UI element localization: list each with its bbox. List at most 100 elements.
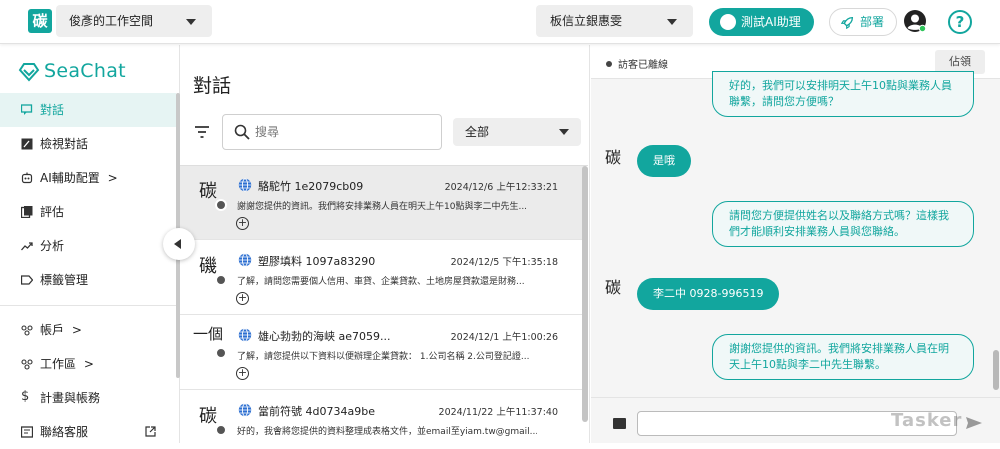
help-icon[interactable]: ? xyxy=(948,10,972,34)
conversation-row[interactable]: 磯 塑膠填料 1097a83290 2024/12/5 下午1:35:18 了解… xyxy=(180,241,584,315)
sidebar-item-label: 聯絡客服 xyxy=(40,425,89,439)
sidebar-item-support[interactable]: 聯絡客服 xyxy=(0,415,176,449)
visitor-avatar: 碳 xyxy=(604,148,621,167)
send-icon[interactable] xyxy=(965,416,983,430)
seachat-logo-icon xyxy=(18,63,40,82)
sidebar-item-account[interactable]: 帳戶 > xyxy=(0,313,176,347)
chat-icon xyxy=(21,104,33,115)
avatar-char: 碳 xyxy=(199,406,217,427)
sidebar-item-label: 檢視對話 xyxy=(40,137,89,151)
avatar-char: 一個 xyxy=(193,325,224,343)
globe-icon xyxy=(238,328,252,342)
conversation-panel: 對話 全部 碳 駱駝竹 1e2079cb09 2024/12/6 上午12:33… xyxy=(180,45,590,443)
search-box[interactable] xyxy=(222,114,442,150)
chat-scrollbar[interactable] xyxy=(993,350,999,390)
workspace-select[interactable]: 俊彥的工作空間 xyxy=(56,5,212,37)
collapse-sidebar-button[interactable] xyxy=(163,228,195,260)
bot-message: 謝謝您提供的資訊。我們將安排業務人員在明天上午10點與李二中先生聯繫。 xyxy=(712,334,974,380)
visitor-message: 李二中 0928-996519 xyxy=(637,278,780,310)
test-ai-label: 測試AI助理 xyxy=(741,15,801,29)
workspace-select-value: 俊彥的工作空間 xyxy=(69,14,154,28)
sidebar-item-conversations[interactable]: 對話 xyxy=(0,93,176,127)
visitor-avatar: 碳 xyxy=(193,402,227,436)
chevron-right-icon: > xyxy=(107,171,118,185)
sidebar-item-billing[interactable]: $ 計畫與帳務 xyxy=(0,381,176,415)
chat-panel: 訪客已離線 佔領 好的，我們可以安排明天上午10點與業務人員聯繫，請問您方便嗎？… xyxy=(591,45,1000,443)
sidebar-item-label: 評估 xyxy=(40,205,65,219)
support-icon xyxy=(21,426,33,438)
dollar-icon: $ xyxy=(21,389,30,404)
rocket-icon xyxy=(841,16,854,29)
caret-down-icon xyxy=(667,19,677,25)
avatar-char: 碳 xyxy=(199,181,217,202)
image-upload-icon[interactable] xyxy=(613,418,626,429)
filter-icon[interactable] xyxy=(194,125,210,139)
caret-down-icon xyxy=(186,19,196,25)
brand-name: SeaChat xyxy=(44,60,126,82)
chevron-right-icon: > xyxy=(83,357,94,371)
add-tag-icon[interactable]: + xyxy=(236,292,249,305)
workspace-logo[interactable]: 碳 xyxy=(28,9,52,33)
sidebar-item-label: AI輔助配置 xyxy=(40,171,100,185)
sidebar-item-evaluate[interactable]: 評估 xyxy=(0,195,176,229)
visitor-avatar: 碳 xyxy=(604,278,621,297)
conversation-list: 碳 駱駝竹 1e2079cb09 2024/12/6 上午12:33:21 謝謝… xyxy=(180,165,588,443)
conversation-time: 2024/12/1 上午1:00:26 xyxy=(450,332,558,343)
account-icon xyxy=(21,325,33,336)
status-dot-icon xyxy=(606,61,612,67)
add-tag-icon[interactable]: + xyxy=(236,367,249,380)
tag-icon xyxy=(21,275,33,285)
status-filter-select[interactable]: 全部 xyxy=(453,118,581,146)
sidebar-item-workspace[interactable]: 工作區 > xyxy=(0,347,176,381)
conversation-time: 2024/11/22 上午11:37:40 xyxy=(438,407,558,418)
conversation-list-scrollbar[interactable] xyxy=(582,166,588,422)
assistant-select-value: 板信立銀惠雯 xyxy=(550,14,623,28)
workspace-icon xyxy=(21,359,33,370)
sidebar-item-tags[interactable]: 標籤管理 xyxy=(0,263,176,297)
add-tag-icon[interactable]: + xyxy=(236,217,249,230)
sidebar-item-ai-config[interactable]: AI輔助配置 > xyxy=(0,161,176,195)
search-icon xyxy=(234,124,250,140)
test-ai-button[interactable]: 測試AI助理 xyxy=(709,8,814,36)
conversation-name: 塑膠填料 1097a83290 xyxy=(258,255,376,268)
sidebar-item-label: 標籤管理 xyxy=(40,273,89,287)
evaluate-icon xyxy=(21,206,33,218)
visitor-status: 訪客已離線 xyxy=(618,60,668,71)
assistant-select[interactable]: 板信立銀惠雯 xyxy=(536,5,693,37)
analytics-icon xyxy=(21,242,33,251)
conversation-row[interactable]: 碳 當前符號 4d0734a9be 2024/11/22 上午11:37:40 … xyxy=(180,391,584,443)
channel-badge-icon xyxy=(215,347,227,359)
status-filter-value: 全部 xyxy=(465,125,490,139)
sidebar-item-review[interactable]: 檢視對話 xyxy=(0,127,176,161)
sidebar: SeaChat 對話 檢視對話 AI輔助配置 > 評估 分析 標籤管理 帳戶 >… xyxy=(0,45,180,443)
conversation-row[interactable]: 碳 駱駝竹 1e2079cb09 2024/12/6 上午12:33:21 謝謝… xyxy=(180,166,584,240)
conversation-time: 2024/12/5 下午1:35:18 xyxy=(450,257,558,268)
visitor-message: 是哦 xyxy=(637,145,691,177)
channel-badge-icon xyxy=(215,274,227,286)
conversation-snippet: 好的，我會將您提供的資料整理成表格文件，並email至yiam.tw@gmail… xyxy=(237,427,537,437)
review-icon xyxy=(21,138,33,150)
sidebar-divider xyxy=(0,305,176,306)
conversation-snippet: 謝謝您提供的資訊。我們將安排業務人員在明天上午10點與李二中先生... xyxy=(237,202,528,212)
conversation-row[interactable]: 一個 雄心勃勃的海峡 ae7059... 2024/12/1 上午1:00:26… xyxy=(180,316,584,390)
conversation-snippet: 了解，請您提供以下資料以便辦理企業貸款： 1.公司名稱 2.公司登記證... xyxy=(237,352,530,362)
external-link-icon xyxy=(145,426,156,437)
search-input[interactable] xyxy=(255,122,435,142)
watermark: Tasker xyxy=(891,410,963,431)
deploy-button[interactable]: 部署 xyxy=(829,8,897,36)
channel-badge-icon xyxy=(215,424,227,436)
conversation-name: 當前符號 4d0734a9be xyxy=(258,405,375,418)
conversation-snippet: 了解，請問您需要個人信用、車貸、企業貸款、土地房屋貸款還是財務... xyxy=(237,277,525,287)
bot-message: 請問您方便提供姓名以及聯絡方式嗎？這樣我們才能順利安排業務人員與您聯絡。 xyxy=(712,201,974,247)
sidebar-item-label: 分析 xyxy=(40,239,65,253)
visitor-avatar: 磯 xyxy=(193,252,227,286)
page-title: 對話 xyxy=(193,75,232,97)
sidebar-item-label: 對話 xyxy=(40,103,65,117)
avatar-char: 磯 xyxy=(199,256,217,277)
sidebar-item-analytics[interactable]: 分析 xyxy=(0,229,176,263)
globe-icon xyxy=(238,178,252,192)
bot-message: 好的，我們可以安排明天上午10點與業務人員聯繫，請問您方便嗎？ xyxy=(712,71,974,117)
deploy-label: 部署 xyxy=(860,15,885,29)
user-avatar-icon[interactable] xyxy=(904,10,926,32)
channel-badge-icon xyxy=(215,199,227,211)
